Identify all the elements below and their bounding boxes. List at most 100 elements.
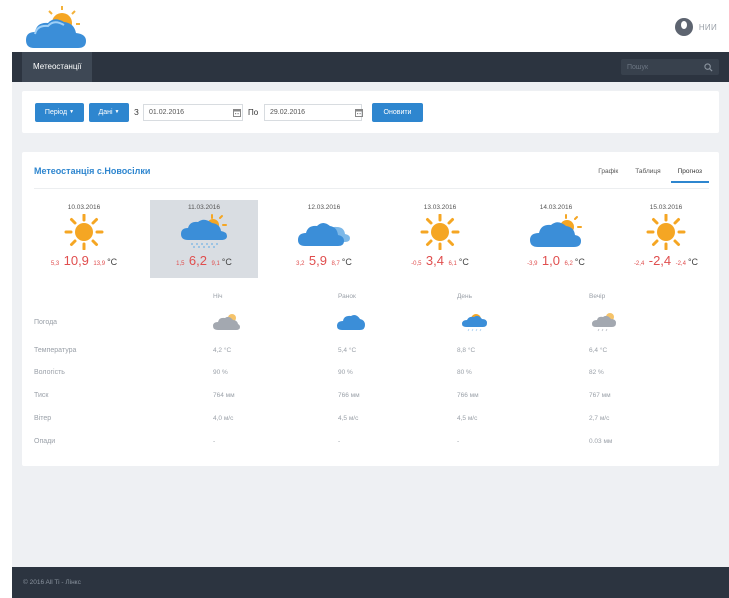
logo-icon[interactable]: [24, 6, 90, 50]
user-name[interactable]: НИИ: [699, 23, 717, 32]
temp-main: 6,2: [188, 253, 207, 268]
cell-humidity-day: 80 %: [457, 369, 472, 376]
tab-chart[interactable]: Графік: [591, 168, 625, 183]
forecast-day[interactable]: 12.03.2016 3,2 5,9 8,7 °C: [270, 200, 378, 278]
day-temperatures: -3,9 1,0 6,2 °C: [502, 252, 610, 270]
clouds-icon: [298, 223, 350, 246]
cell-temperature-day: 8,8 °C: [457, 347, 476, 354]
user-menu[interactable]: НИИ: [674, 18, 717, 36]
temp-unit: °C: [107, 257, 118, 267]
row-label-pressure: Тиск: [34, 392, 49, 399]
temp-max: 6,2: [564, 261, 573, 267]
day-temperatures: 5,3 10,9 13,9 °C: [30, 252, 138, 270]
temp-min: 3,2: [296, 261, 305, 267]
day-temperatures: 1,5 6,2 9,1 °C: [150, 252, 258, 270]
temp-main: 5,9: [308, 253, 327, 268]
temp-max: -2,4: [675, 261, 686, 267]
sun-cloud-rain-icon: [462, 314, 487, 332]
cell-wind-day: 4,5 м/с: [457, 415, 478, 422]
row-label-humidity: Вологість: [34, 369, 65, 376]
cloud-icon: [337, 315, 365, 330]
temp-unit: °C: [221, 257, 232, 267]
cell-temperature-evening: 6,4 °C: [589, 347, 608, 354]
row-label-wind: Вітер: [34, 415, 52, 422]
filter-panel: Період▼ Дані▼ З По Оновити: [22, 91, 719, 133]
cell-humidity-evening: 82 %: [589, 369, 604, 376]
forecast-day[interactable]: 14.03.2016 -3,9 1,0 6,2 °C: [502, 200, 610, 278]
temp-max: 13,9: [93, 261, 106, 267]
column-morning: Ранок: [338, 293, 356, 300]
header: НИИ: [12, 0, 729, 52]
data-dropdown[interactable]: Дані ▼: [89, 103, 129, 122]
rain-cloud-icon: [181, 214, 227, 248]
temp-max: 6,1: [448, 261, 457, 267]
search-icon[interactable]: [704, 63, 713, 72]
cell-wind-morning: 4,5 м/с: [338, 415, 359, 422]
temp-min: 1,5: [176, 261, 185, 267]
temp-unit: °C: [458, 257, 469, 267]
cell-wind-evening: 2,7 м/с: [589, 415, 610, 422]
forecast-day[interactable]: 10.03.2016 5,3 10,9 13,9 °C: [30, 200, 138, 278]
cell-humidity-night: 90 %: [213, 369, 228, 376]
chevron-down-icon: ▼: [114, 109, 120, 115]
temp-min: 5,3: [50, 261, 60, 267]
cell-wind-night: 4,0 м/с: [213, 415, 234, 422]
temp-main: 1,0: [541, 253, 560, 268]
chevron-down-icon: ▼: [69, 109, 75, 115]
day-date: 12.03.2016: [307, 204, 341, 211]
view-tabs: Графік Таблиця Прогноз: [588, 168, 709, 183]
cloudy-night-rain-icon: [592, 313, 616, 332]
temp-min: -3,9: [527, 261, 538, 267]
temp-main: -2,4: [648, 253, 672, 268]
calendar-icon[interactable]: [355, 108, 363, 117]
data-label: Дані: [98, 109, 113, 116]
cell-temperature-morning: 5,4 °C: [338, 347, 357, 354]
nav-tab-stations[interactable]: Метеостанції: [22, 52, 93, 82]
station-panel: Метеостанція с.Новосілки Графік Таблиця …: [22, 152, 719, 466]
from-date-field[interactable]: [143, 104, 243, 121]
cell-precipitation-morning: -: [338, 438, 341, 445]
period-dropdown[interactable]: Період ▼: [35, 103, 84, 122]
tabs-divider: [34, 188, 709, 189]
row-label-temperature: Температура: [34, 347, 77, 354]
cell-pressure-day: 766 мм: [457, 392, 479, 399]
column-night: Ніч: [213, 293, 223, 300]
day-temperatures: -0,5 3,4 6,1 °C: [386, 252, 494, 270]
cell-precipitation-night: -: [213, 438, 216, 445]
day-temperatures: 3,2 5,9 8,7 °C: [270, 252, 378, 270]
cell-pressure-evening: 767 мм: [589, 392, 611, 399]
avatar-icon[interactable]: [674, 18, 693, 36]
temp-max: 8,7: [331, 261, 340, 267]
to-date-field[interactable]: [264, 104, 362, 121]
station-title: Метеостанція с.Новосілки: [34, 166, 151, 176]
cell-temperature-night: 4,2 °C: [213, 347, 232, 354]
cloudy-night-icon: [213, 314, 240, 330]
footer: © 2016 All Ti - Лінкс: [12, 567, 729, 598]
partly-cloudy-icon: [530, 214, 582, 247]
day-date: 11.03.2016: [187, 204, 221, 211]
footer-copyright: © 2016 All Ti - Лінкс: [23, 579, 81, 586]
calendar-icon[interactable]: [233, 108, 241, 117]
period-label: Період: [44, 109, 68, 116]
forecast-day[interactable]: 13.03.2016 -0,5 3,4 6,1 °C: [386, 200, 494, 278]
forecast-day[interactable]: 15.03.2016 -2,4 -2,4 -2,4 °C: [618, 200, 714, 278]
sun-icon: [646, 214, 686, 250]
row-label-weather: Погода: [34, 319, 58, 326]
cell-precipitation-day: -: [457, 438, 460, 445]
temp-min: -0,5: [411, 261, 422, 267]
temp-main: 3,4: [425, 253, 444, 268]
navbar: Метеостанції: [12, 52, 729, 82]
tab-forecast[interactable]: Прогноз: [670, 168, 709, 183]
temp-min: -2,4: [633, 261, 645, 267]
day-date: 14.03.2016: [539, 204, 573, 211]
cell-humidity-morning: 90 %: [338, 369, 353, 376]
cell-pressure-morning: 766 мм: [338, 392, 360, 399]
column-evening: Вечір: [589, 293, 606, 300]
temp-max: 9,1: [211, 261, 220, 267]
day-date: 13.03.2016: [423, 204, 457, 211]
refresh-button[interactable]: Оновити: [372, 103, 423, 122]
forecast-day-selected[interactable]: 11.03.2016 1,5 6,2 9,1 °C: [150, 200, 258, 278]
tab-table[interactable]: Таблиця: [628, 168, 667, 183]
to-label: По: [248, 108, 259, 117]
cell-precipitation-evening: 0.03 мм: [589, 438, 613, 445]
